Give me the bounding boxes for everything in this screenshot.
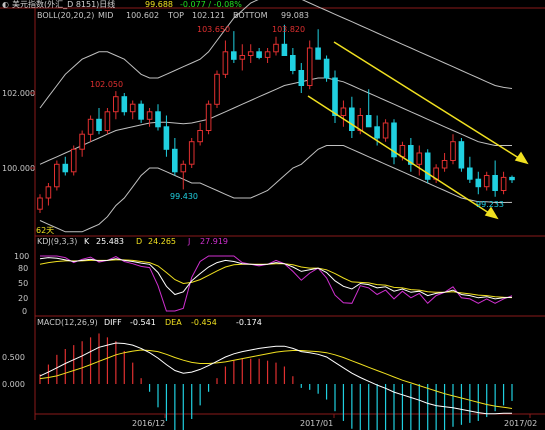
header-change: -0.077 / -0.08% [180,0,242,9]
candle-body [450,141,456,161]
annotation-high-103820: 103.820 [272,25,305,34]
candle-body [37,197,43,210]
candle-body [290,55,296,71]
kdj-j-label: J [187,237,190,246]
macd-dea-value: -0.454 [191,318,217,327]
candle-body [264,51,271,58]
boll-label: BOLL(20,20,2) [37,11,94,20]
kdj-k-label: K [84,237,90,246]
candle-body [172,148,178,173]
candle-body [365,115,372,128]
candle-body [382,122,389,139]
candle-body [340,107,347,116]
candle-body [205,103,212,131]
candle-body [180,163,187,173]
candle-body [155,111,161,128]
header-title: 美元指数(外汇_D 8151)日线 [12,0,115,9]
candle-body [306,47,313,86]
kdj-tick-0: 0 [22,307,27,316]
kdj-label: KDJ(9,3,3) [37,237,77,246]
candle-body [239,55,246,60]
candle-body [399,145,406,158]
boll-top-label: TOP [167,11,184,20]
kdj-tick-20: 20 [18,294,28,303]
candle-body [45,186,52,199]
candle-body [188,141,195,165]
candle-body [458,141,465,169]
annotation-high-102050: 102.050 [90,80,123,89]
candle-body [163,126,170,150]
candle-body [104,111,111,132]
stock-chart: ◐ 美元指数(外汇_D 8151)日线 99.688 -0.077 / -0.0… [0,0,545,430]
candle-body [62,163,69,173]
candle-body [256,51,262,58]
kdj-k-value: 25.483 [96,237,124,246]
macd-dea-label: DEA [165,318,182,327]
candle-body [349,107,355,131]
candle-body [231,51,237,60]
macd-tick-0500: 0.500 [2,353,25,362]
candle-body [500,176,507,191]
candle-body [315,47,321,60]
candle-body [332,77,338,116]
candle-body [247,51,254,56]
candle-body [416,152,423,165]
x-tick-2017-02: 2017/02 [504,419,537,428]
candle-body [509,176,515,181]
kdj-d-label: D [136,237,142,246]
candle-body [79,133,85,150]
candle-body [129,103,136,113]
candle-body [492,175,498,191]
macd-tick-0000: 0.000 [2,380,25,389]
candle-body [121,96,128,113]
candle-body [273,43,279,53]
candle-body [54,163,60,188]
candle-body [483,175,490,188]
annotation-high-103650: 103.650 [197,25,230,34]
boll-top-value: 102.121 [192,11,225,20]
candle-body [467,167,473,180]
candle-body [475,178,482,188]
candle-body [424,152,431,180]
candle-body [87,118,94,135]
candle-body [298,70,305,86]
kdj-tick-100: 100 [14,252,29,261]
candle-body [441,160,448,169]
candle-body [197,130,203,143]
kdj-j-value: 27.919 [200,237,228,246]
kdj-tick-50: 50 [18,279,28,288]
header-price: 99.688 [145,0,173,9]
candle-body [113,96,119,113]
candle-body [222,51,229,75]
boll-mid-label: MID [98,11,113,20]
macd-diff-label: DIFF [104,318,122,327]
kdj-tick-80: 80 [18,264,28,273]
candle-body [323,58,330,79]
boll-mid-value: 100.602 [126,11,159,20]
header-icon: ◐ [2,0,9,9]
candle-body [96,118,102,132]
candle-body [214,73,220,105]
candle-body [281,43,288,56]
x-tick-2017-01: 2017/01 [300,419,333,428]
macd-value: -0.174 [236,318,262,327]
candle-body [146,111,153,120]
annotation-low-99233: 99.233 [476,200,504,209]
candle-body [374,126,380,139]
kdj-d-value: 24.265 [148,237,176,246]
annotation-low-99430: 99.430 [170,192,198,201]
macd-diff-value: -0.541 [130,318,156,327]
boll-bottom-label: BOTTOM [233,11,268,20]
candle-body [70,148,77,173]
x-tick-2016-12: 2016/12 [132,419,165,428]
macd-label: MACD(12,26,9) [37,318,98,327]
boll-bottom-value: 99.083 [281,11,309,20]
candle-body [138,103,144,120]
annotation-days: 62天 [36,226,54,235]
